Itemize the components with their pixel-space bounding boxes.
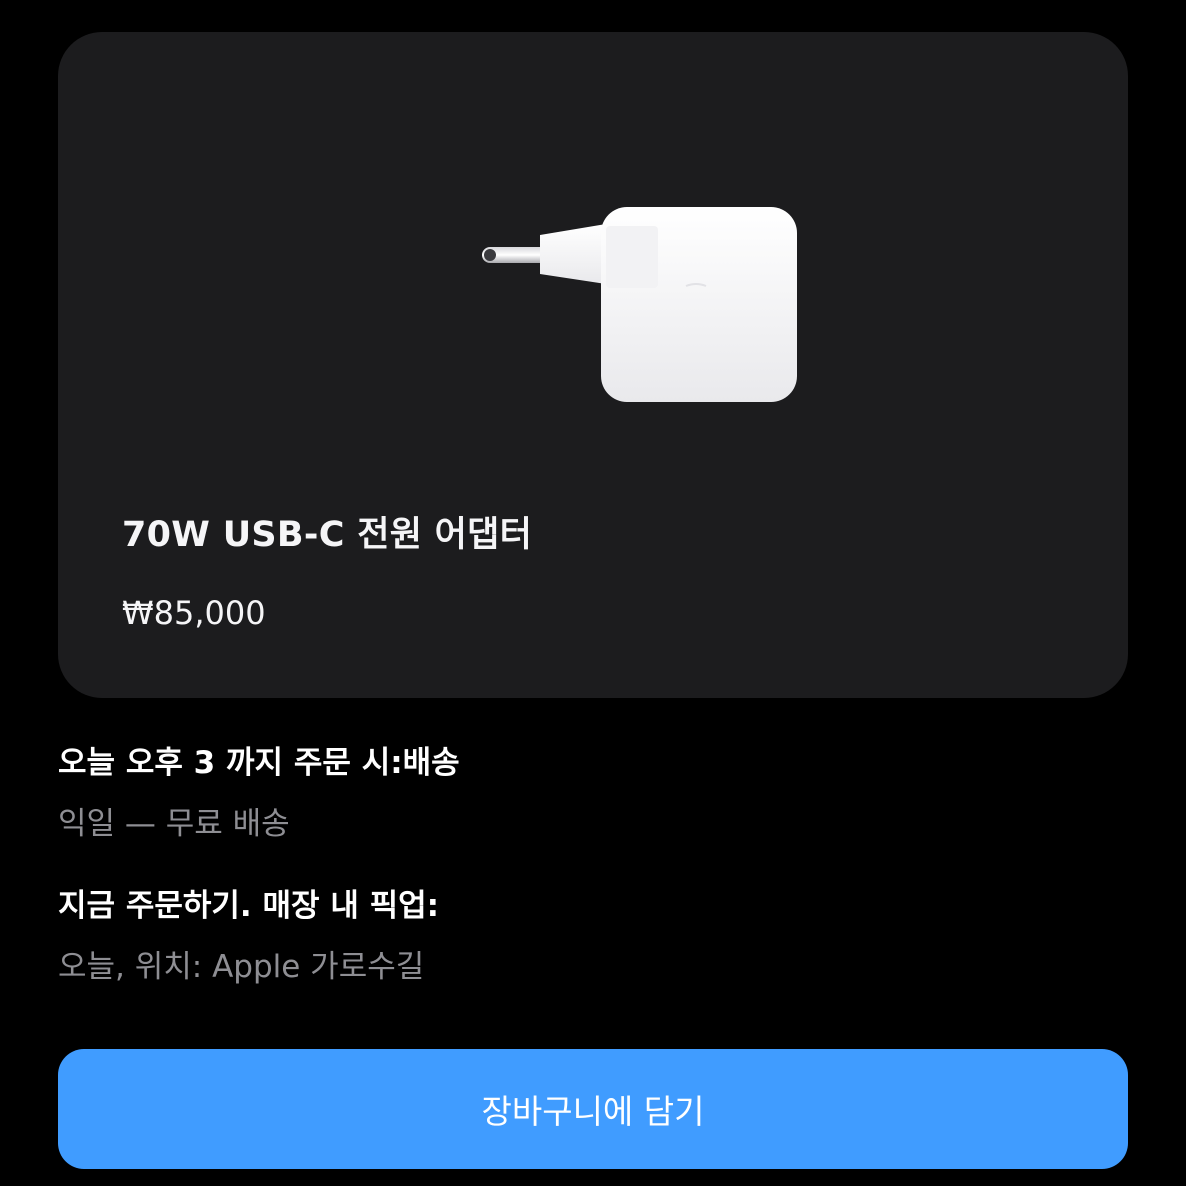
- delivery-heading: 오늘 오후 3 까지 주문 시:배송: [58, 745, 460, 781]
- usb-c-power-adapter-icon: [482, 207, 797, 402]
- product-card[interactable]: 70W USB-C 전원 어댑터 ₩85,000: [58, 32, 1128, 698]
- product-price: ₩85,000: [122, 594, 266, 632]
- delivery-detail: 익일 — 무료 배송: [58, 806, 290, 842]
- add-to-bag-label: 장바구니에 담기: [481, 1092, 705, 1131]
- product-name: 70W USB-C 전원 어댑터: [122, 515, 533, 555]
- pickup-heading: 지금 주문하기. 매장 내 픽업:: [58, 888, 440, 924]
- add-to-bag-button[interactable]: 장바구니에 담기: [58, 1049, 1128, 1169]
- pickup-detail: 오늘, 위치: Apple 가로수길: [58, 949, 425, 985]
